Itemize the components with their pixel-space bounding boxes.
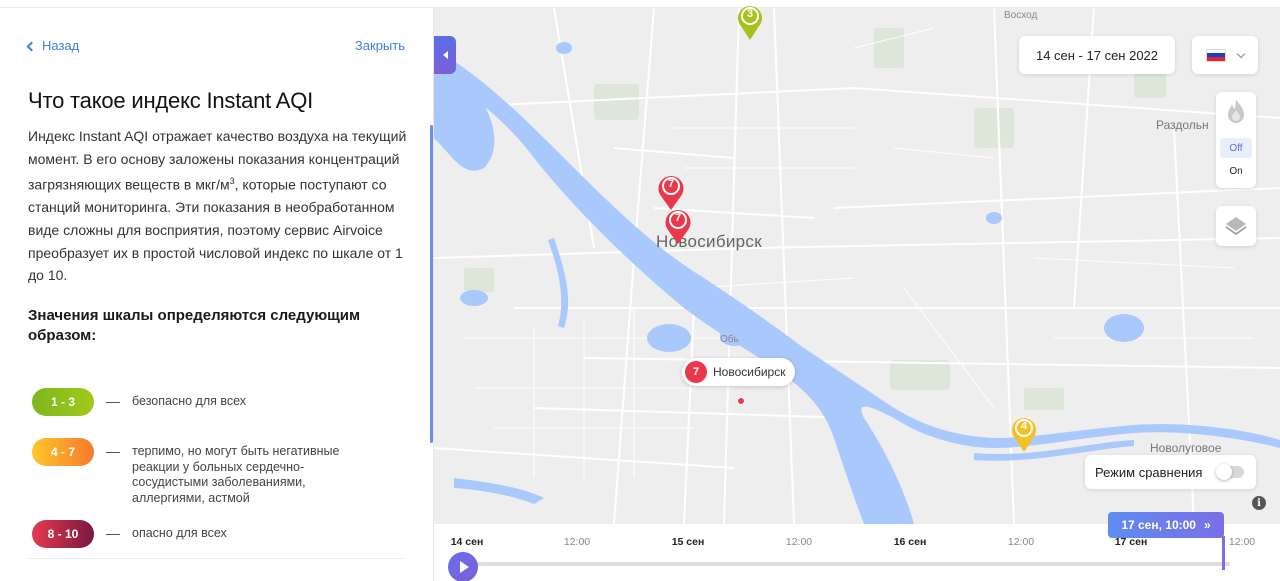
fire-icon[interactable] [1224,98,1248,126]
fire-off-toggle[interactable]: Off [1220,138,1252,158]
place-label-ob: Обь [720,334,739,345]
timeline-tick: 15 сен [671,536,705,548]
top-bar [0,0,1280,8]
legend-text: терпимо, но могут быть негативные реакци… [132,444,340,505]
aqi-marker[interactable]: 3 [734,2,766,42]
compare-mode-switch[interactable] [1216,464,1244,480]
arrow-left-icon [442,51,448,59]
marker-value: 7 [674,212,682,224]
timeline: 14 сен 12:00 15 сен 12:00 16 сен 12:00 1… [434,512,1280,581]
play-icon [460,561,469,573]
legend-text: опасно для всех [132,526,227,540]
legend-range-pill: 8 - 10 [32,520,94,548]
map-canvas[interactable]: Восход Раздольн Новолуговое Обь Новосиби… [434,8,1280,524]
chevron-left-icon [26,41,37,51]
date-range-picker[interactable]: 14 сен - 17 сен 2022 [1019,36,1175,74]
divider [28,558,404,559]
aqi-marker[interactable]: 4 [1008,414,1040,454]
legend-range-pill: 1 - 3 [32,388,94,416]
back-link[interactable]: Назад [26,38,80,53]
place-label-razdolnoe: Раздольн [1156,118,1209,132]
aqi-marker[interactable]: 7 [662,206,694,246]
legend-range-pill: 4 - 7 [32,438,94,466]
russia-flag-icon [1206,48,1226,62]
station-location-dot[interactable] [737,397,745,405]
marker-value: 3 [746,8,754,20]
panel-title: Что такое индекс Instant AQI [28,88,314,113]
chevron-down-icon [1236,49,1246,58]
panel-description: Индекс Instant AQI отражает качество воз… [28,125,408,287]
timeline-track[interactable] [474,562,1230,566]
timeline-cursor[interactable] [1222,536,1225,570]
marker-value: 7 [667,178,675,190]
close-link[interactable]: Закрыть [355,38,405,53]
legend-dash [106,534,120,535]
timeline-tick: 16 сен [893,536,927,548]
station-name: Новосибирск [713,365,786,379]
double-chevron-right-icon: » [1203,518,1211,532]
legend-item: 4 - 7 терпимо, но могут быть негативные … [32,438,372,506]
legend-text: безопасно для всех [132,394,247,408]
fire-layer-control: Off On [1216,92,1256,188]
legend-dash [106,402,120,403]
app-root: Назад Закрыть Что такое индекс Instant A… [0,0,1280,581]
current-time-label: 17 сен, 10:00 [1121,518,1196,532]
back-label: Назад [42,38,80,53]
station-tooltip[interactable]: 7 Новосибирск [682,358,796,386]
collapse-panel-button[interactable] [434,36,456,74]
timeline-tick: 12:00 [785,536,813,548]
scale-title: Значения шкалы определяются следующим об… [28,307,361,344]
station-aqi-badge: 7 [685,361,707,383]
place-label-novolugovoe: Новолуговое [1150,441,1222,455]
compare-mode-label: Режим сравнения [1095,464,1203,480]
legend-dash [106,452,120,453]
panel-scrollbar[interactable] [430,125,433,443]
legend-item: 8 - 10 опасно для всех [32,520,372,548]
play-button[interactable] [448,552,478,581]
legend-item: 1 - 3 безопасно для всех [32,388,372,416]
marker-value: 4 [1020,420,1028,432]
timeline-tick: 12:00 [1228,536,1256,548]
current-time-badge[interactable]: 17 сен, 10:00 » [1108,512,1224,538]
place-label-voskhod: Восход [1004,10,1038,21]
map-layers-button[interactable] [1216,206,1256,246]
info-icon[interactable]: i [1252,496,1266,510]
timeline-tick: 12:00 [1007,536,1035,548]
info-panel: Назад Закрыть Что такое индекс Instant A… [0,8,434,581]
layers-icon [1226,217,1246,235]
switch-knob [1216,464,1232,480]
timeline-tick: 14 сен [450,536,484,548]
compare-mode-control[interactable]: Режим сравнения [1085,455,1256,489]
timeline-tick: 12:00 [563,536,591,548]
fire-on-toggle[interactable]: On [1220,162,1252,180]
language-selector[interactable] [1192,36,1258,74]
